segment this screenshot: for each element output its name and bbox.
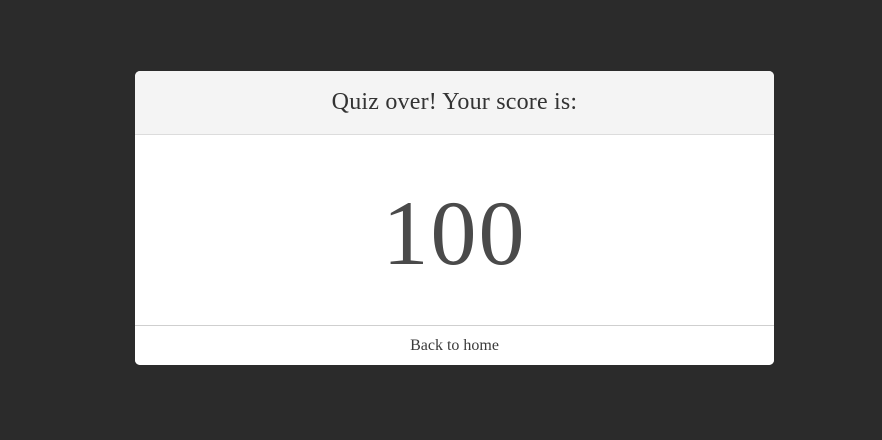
score-card: Quiz over! Your score is: 100 Back to ho… [135, 71, 774, 365]
back-to-home-button[interactable]: Back to home [135, 325, 774, 365]
card-header: Quiz over! Your score is: [135, 71, 774, 135]
score-value: 100 [382, 181, 527, 284]
back-to-home-label: Back to home [410, 336, 499, 354]
card-body: 100 [135, 135, 774, 326]
result-title: Quiz over! Your score is: [331, 89, 578, 115]
